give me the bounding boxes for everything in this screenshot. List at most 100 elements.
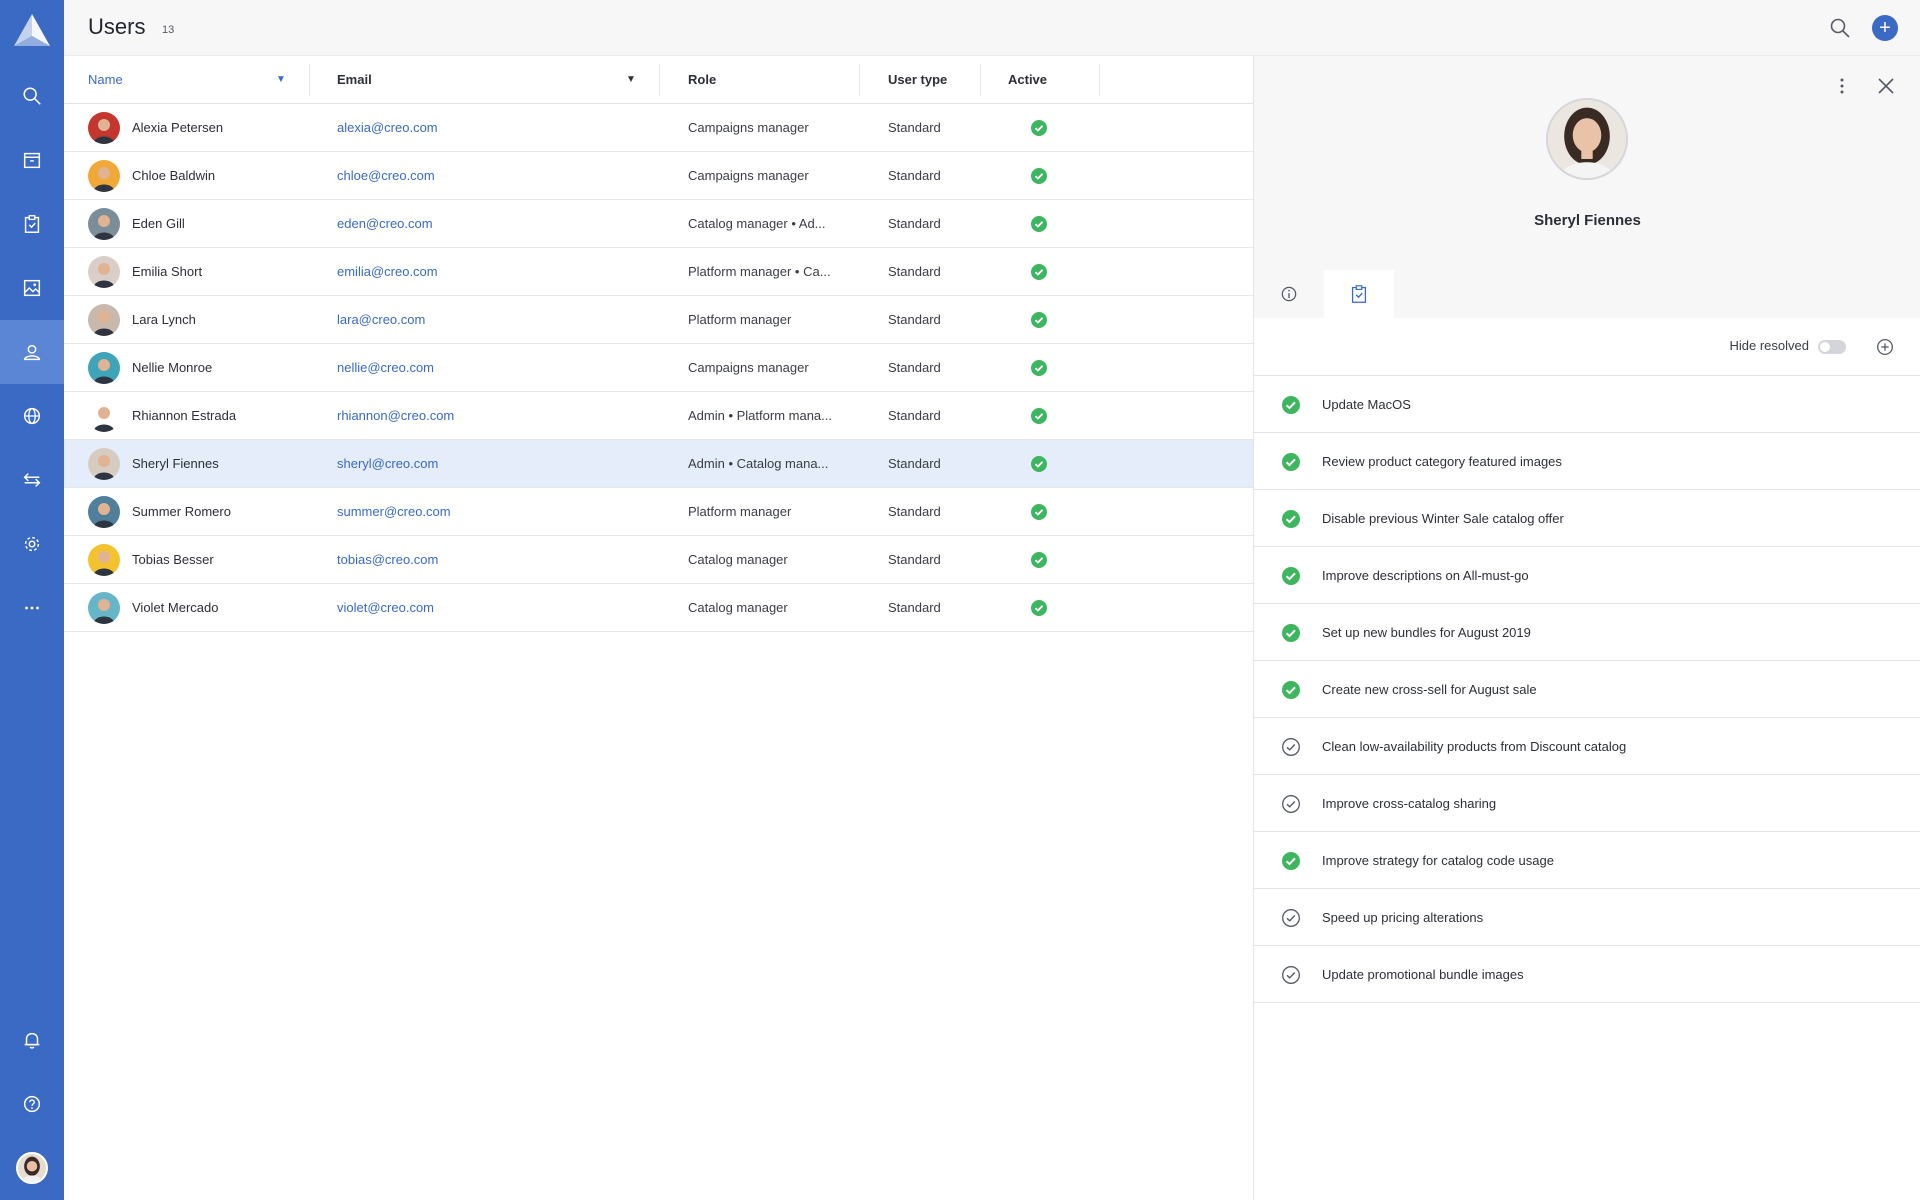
user-email-link[interactable]: summer@creo.com [337,488,451,536]
user-email-link[interactable]: rhiannon@creo.com [337,392,454,440]
user-role: Platform manager • Ca... [688,264,831,279]
table-row[interactable]: Nellie Monroe nellie@creo.com Campaigns ma… [64,344,1253,392]
add-user-button[interactable]: + [1872,15,1898,41]
task-item[interactable]: Speed up pricing alterations [1254,889,1920,946]
user-name: Lara Lynch [132,312,196,327]
sort-name-icon[interactable]: ▼ [276,56,286,104]
user-email-link[interactable]: lara@creo.com [337,296,425,344]
user-email-link[interactable]: nellie@creo.com [337,344,434,392]
hide-resolved-toggle[interactable] [1818,340,1846,354]
active-check-icon [1031,408,1047,424]
unresolved-check-icon[interactable] [1281,965,1301,985]
task-item[interactable]: Update promotional bundle images [1254,946,1920,1003]
unresolved-check-icon[interactable] [1281,737,1301,757]
search-icon [23,87,41,105]
resolved-check-icon[interactable] [1281,680,1301,700]
column-header-role[interactable]: Role [688,56,716,104]
header-search-button[interactable] [1828,16,1852,40]
toggle-knob [1820,342,1830,352]
clipboard-check-icon [24,215,40,233]
task-item[interactable]: Improve strategy for catalog code usage [1254,832,1920,889]
nav-media[interactable] [0,256,64,320]
column-header-user-type[interactable]: User type [888,56,947,104]
task-item[interactable]: Disable previous Winter Sale catalog off… [1254,490,1920,547]
user-avatar [88,256,120,288]
user-type: Standard [888,264,941,279]
user-name: Tobias Besser [132,552,214,567]
table-row[interactable]: Sheryl Fiennes sheryl@creo.com Admin • Cat… [64,440,1253,488]
task-label: Update MacOS [1322,397,1411,412]
user-email-link[interactable]: violet@creo.com [337,584,434,632]
resolved-check-icon[interactable] [1281,566,1301,586]
table-header: Name ▼ Email ▼ Role User type Active [64,56,1253,104]
unresolved-check-icon[interactable] [1281,908,1301,928]
column-header-name[interactable]: Name [88,56,123,104]
active-check-icon [1031,360,1047,376]
nav-settings[interactable] [0,512,64,576]
transfer-arrows-icon [23,473,41,487]
task-item[interactable]: Update MacOS [1254,376,1920,433]
user-role: Campaigns manager [688,360,809,375]
nav-more[interactable] [0,576,64,640]
tab-info[interactable] [1254,270,1324,318]
column-header-active[interactable]: Active [1008,56,1047,104]
app-logo[interactable] [12,12,52,50]
user-type: Standard [888,168,941,183]
resolved-check-icon[interactable] [1281,509,1301,529]
task-item[interactable]: Review product category featured images [1254,433,1920,490]
nav-transfer[interactable] [0,448,64,512]
nav-tasks[interactable] [0,192,64,256]
table-row[interactable]: Rhiannon Estrada rhiannon@creo.com Admin •… [64,392,1253,440]
user-email-link[interactable]: eden@creo.com [337,200,433,248]
active-check-icon [1031,216,1047,232]
table-row[interactable]: Tobias Besser tobias@creo.com Catalog mana… [64,536,1253,584]
active-check-icon [1031,168,1047,184]
column-header-email[interactable]: Email [337,56,372,104]
nav-users[interactable] [0,320,64,384]
search-icon [1830,18,1850,38]
resolved-check-icon[interactable] [1281,395,1301,415]
task-item[interactable]: Improve cross-catalog sharing [1254,775,1920,832]
user-name: Violet Mercado [132,600,219,615]
panel-close-button[interactable] [1874,74,1898,98]
task-item[interactable]: Clean low-availability products from Dis… [1254,718,1920,775]
resolved-check-icon[interactable] [1281,623,1301,643]
task-item[interactable]: Create new cross-sell for August sale [1254,661,1920,718]
user-name: Rhiannon Estrada [132,408,237,423]
image-icon [23,279,41,297]
nav-archive[interactable] [0,128,64,192]
table-row[interactable]: Summer Romero summer@creo.com Platform man… [64,488,1253,536]
tab-tasks[interactable] [1324,270,1394,318]
nav-notifications[interactable] [0,1008,64,1072]
user-email-link[interactable]: emilia@creo.com [337,248,438,296]
current-user-avatar[interactable] [16,1152,48,1184]
user-email-link[interactable]: alexia@creo.com [337,104,438,152]
user-type: Standard [888,408,941,423]
resolved-check-icon[interactable] [1281,851,1301,871]
nav-help[interactable] [0,1072,64,1136]
table-row[interactable]: Emilia Short emilia@creo.com Platform mana… [64,248,1253,296]
task-item[interactable]: Set up new bundles for August 2019 [1254,604,1920,661]
user-email-link[interactable]: sheryl@creo.com [337,440,438,488]
panel-more-button[interactable] [1830,74,1854,98]
resolved-check-icon[interactable] [1281,452,1301,472]
user-email-link[interactable]: chloe@creo.com [337,152,435,200]
column-divider [980,64,981,96]
nav-globe[interactable] [0,384,64,448]
table-row[interactable]: Lara Lynch lara@creo.com Platform manager S… [64,296,1253,344]
sidebar [0,0,64,1200]
unresolved-check-icon[interactable] [1281,794,1301,814]
table-row[interactable]: Eden Gill eden@creo.com Catalog manager • … [64,200,1253,248]
add-task-button[interactable] [1874,336,1896,358]
table-row[interactable]: Violet Mercado violet@creo.com Catalog man… [64,584,1253,632]
task-item[interactable]: Improve descriptions on All-must-go [1254,547,1920,604]
user-type: Standard [888,600,941,615]
sort-email-icon[interactable]: ▼ [626,56,636,104]
task-label: Create new cross-sell for August sale [1322,682,1537,697]
nav-search[interactable] [0,64,64,128]
user-role: Catalog manager [688,552,788,567]
table-row[interactable]: Alexia Petersen alexia@creo.com Campaigns … [64,104,1253,152]
user-email-link[interactable]: tobias@creo.com [337,536,438,584]
table-row[interactable]: Chloe Baldwin chloe@creo.com Campaigns man… [64,152,1253,200]
plus-icon: + [1879,17,1891,39]
